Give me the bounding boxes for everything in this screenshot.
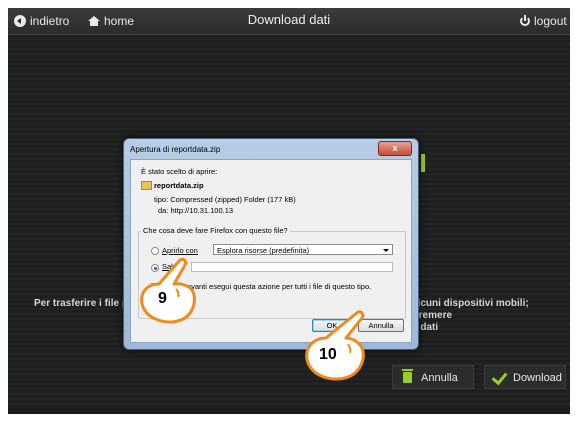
file-name: reportdata.zip xyxy=(154,181,204,190)
download-button[interactable]: Download xyxy=(484,365,566,389)
power-icon xyxy=(520,15,530,26)
download-label: Download xyxy=(513,372,562,384)
instruction-line-2: e dati xyxy=(412,322,439,333)
page-title: Download dati xyxy=(247,12,331,27)
pointing-hand-icon xyxy=(140,257,196,324)
logout-label: logout xyxy=(534,14,567,28)
action-group-title: Che cosa deve fare Firefox con questo fi… xyxy=(141,226,290,235)
top-bar: indietro home Download dati logout xyxy=(8,8,570,35)
auto-action-text: in avanti esegui questa azione per tutti… xyxy=(179,282,372,291)
save-field xyxy=(191,262,393,272)
trash-icon xyxy=(402,369,413,383)
logout-button[interactable]: logout xyxy=(520,14,567,28)
dialog-title: Apertura di reportdata.zip xyxy=(130,145,221,154)
annulla-button[interactable]: Annulla xyxy=(392,365,474,389)
chosen-text: È stato scelto di aprire: xyxy=(141,167,218,176)
step-number-10: 10 xyxy=(319,346,337,363)
open-with-radio[interactable] xyxy=(151,247,159,255)
instruction-line-1: alcuni dispositivi mobili; Premere xyxy=(412,298,529,321)
open-with-label: Aprirlo con xyxy=(162,246,198,255)
chevron-down-icon xyxy=(383,249,389,252)
check-icon xyxy=(491,368,508,386)
zip-folder-icon xyxy=(141,181,152,190)
step-number-9: 9 xyxy=(158,290,167,307)
green-indicator xyxy=(421,154,425,172)
open-with-value: Esplora risorse (predefinita) xyxy=(217,246,310,255)
instruction-text-right: alcuni dispositivi mobili; Premere e dat… xyxy=(412,298,570,334)
close-button[interactable]: x xyxy=(378,141,412,156)
annulla-label: Annulla xyxy=(421,372,458,384)
open-with-select[interactable]: Esplora risorse (predefinita) xyxy=(213,244,393,255)
file-type: tipo: Compressed (zipped) Folder (177 kB… xyxy=(154,195,296,204)
instruction-text-left: Per trasferire i file pre xyxy=(34,298,138,309)
file-source: da: http://10.31.100.13 xyxy=(158,206,234,215)
